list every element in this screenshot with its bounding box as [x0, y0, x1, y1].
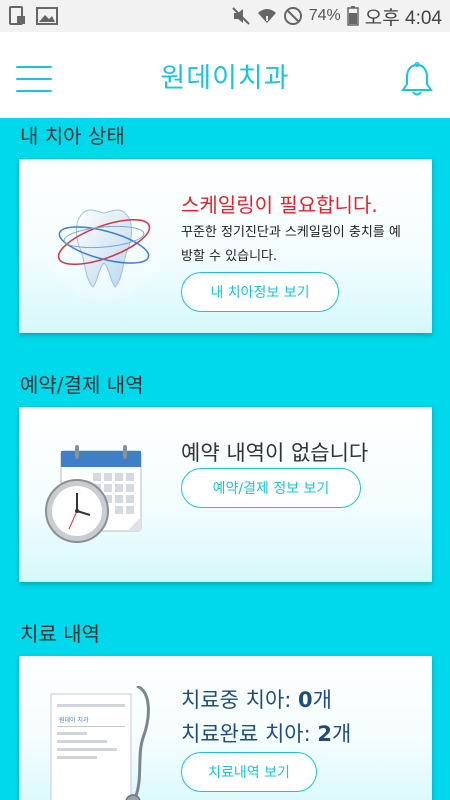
tooth-status-desc-line2: 방할 수 있습니다.: [181, 249, 278, 264]
battery-icon: [347, 6, 359, 26]
view-tooth-info-button[interactable]: 내 치아정보 보기: [181, 272, 339, 312]
gallery-notification-icon: [36, 7, 58, 25]
treatment-completed: 치료완료 치아: 2개: [181, 718, 351, 748]
section-title-reservation: 예약/결제 내역: [20, 373, 144, 397]
calendar-clock-illustration: [41, 443, 161, 545]
treatment-in-progress-label: 치료중 치아:: [181, 688, 299, 712]
section-title-treatment: 치료 내역: [20, 622, 100, 646]
treatment-in-progress-unit: 개: [312, 688, 332, 712]
view-treatment-history-button[interactable]: 치료내역 보기: [181, 752, 317, 792]
mute-icon: [231, 6, 251, 26]
reservation-card: 예약 내역이 없습니다 예약/결제 정보 보기: [19, 407, 432, 582]
section-title-tooth-status: 내 치아 상태: [20, 124, 125, 148]
home-content: 내 치아 상태 스케일링이 필요합니다. 꾸준한 정기진단과 스케일링이 충치를…: [0, 118, 450, 800]
battery-percent: 74%: [308, 7, 341, 24]
no-sim-icon: [283, 6, 303, 26]
tooth-status-desc-line1: 꾸준한 정기진단과 스케일링이 충치를 예: [181, 225, 401, 240]
tooth-illustration: [49, 187, 159, 307]
chart-header-text: 원데이 치과: [59, 716, 89, 724]
status-bar: 74% 오후 4:04: [0, 0, 450, 32]
reservation-headline: 예약 내역이 없습니다: [181, 441, 369, 465]
clock: 오후 4:04: [364, 7, 442, 29]
treatment-card: 원데이 치과 치료중 치아: 0개 치료완료 치아: 2개 치료내역 보기: [19, 656, 432, 800]
treatment-completed-unit: 개: [331, 722, 352, 746]
screenshot-notification-icon: [8, 6, 26, 26]
view-reservation-info-button[interactable]: 예약/결제 정보 보기: [181, 468, 361, 508]
app-bar: 원데이치과: [0, 32, 450, 118]
treatment-in-progress: 치료중 치아: 0개: [181, 684, 332, 714]
dental-chart-stethoscope-illustration: 원데이 치과: [47, 684, 159, 800]
notification-bell-icon[interactable]: [400, 61, 434, 98]
tooth-status-headline: 스케일링이 필요합니다.: [181, 193, 378, 217]
wifi-icon: [257, 7, 277, 25]
tooth-status-card: 스케일링이 필요합니다. 꾸준한 정기진단과 스케일링이 충치를 예 방할 수 …: [19, 159, 432, 333]
app-title: 원데이치과: [160, 62, 290, 94]
treatment-completed-label: 치료완료 치아:: [181, 722, 318, 746]
hamburger-menu-button[interactable]: [16, 66, 52, 92]
treatment-completed-count: 2: [317, 722, 332, 746]
treatment-in-progress-count: 0: [298, 688, 313, 712]
